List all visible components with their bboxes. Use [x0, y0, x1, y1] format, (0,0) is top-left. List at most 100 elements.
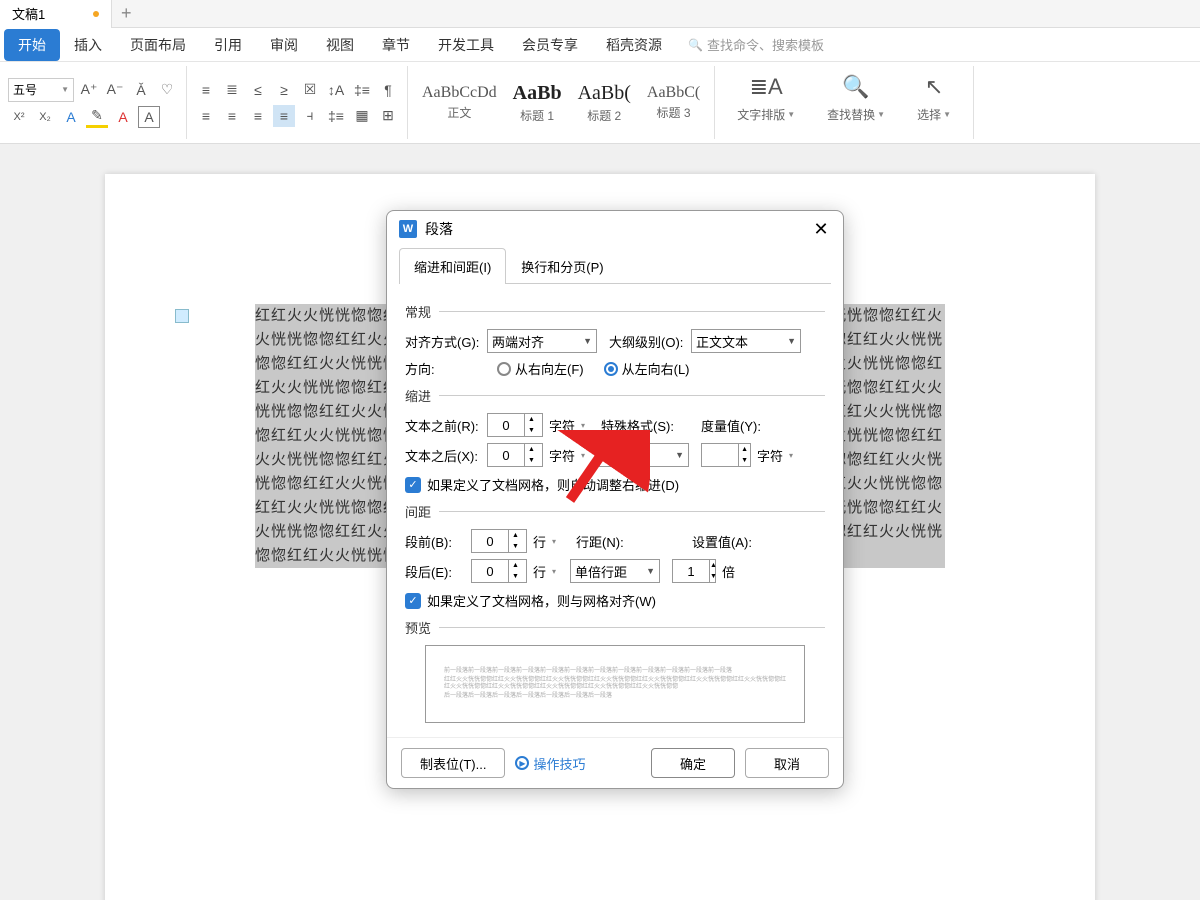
direction-rtl-radio[interactable]: 从右向左(F): [497, 359, 584, 378]
before-label: 段前(B):: [405, 532, 465, 551]
tab-line-page-breaks[interactable]: 换行和分页(P): [506, 248, 618, 284]
spin-down-icon[interactable]: ▼: [710, 571, 717, 582]
ok-button[interactable]: 确定: [651, 748, 735, 778]
spin-up-icon[interactable]: ▲: [525, 444, 538, 455]
superscript-icon[interactable]: X²: [8, 106, 30, 128]
text-direction-icon[interactable]: ↕A: [325, 79, 347, 101]
spin-up-icon[interactable]: ▲: [739, 444, 750, 455]
tips-link[interactable]: ▶ 操作技巧: [515, 754, 585, 773]
spin-up-icon[interactable]: ▲: [710, 560, 717, 571]
menu-references[interactable]: 引用: [200, 29, 256, 61]
align-right-icon[interactable]: ≡: [247, 105, 269, 127]
menu-resources[interactable]: 稻壳资源: [592, 29, 676, 61]
highlight-icon[interactable]: ✎: [86, 106, 108, 128]
play-icon: ▶: [515, 756, 529, 770]
grow-font-icon[interactable]: A⁺: [78, 79, 100, 101]
decrease-indent-icon[interactable]: ≤: [247, 79, 269, 101]
set-value-label: 设置值(A):: [692, 532, 768, 551]
change-case-icon[interactable]: Ǎ: [130, 79, 152, 101]
align-justify-icon[interactable]: ≡: [273, 105, 295, 127]
spin-down-icon[interactable]: ▼: [525, 425, 538, 436]
shrink-font-icon[interactable]: A⁻: [104, 79, 126, 101]
show-marks-icon[interactable]: ¶: [377, 79, 399, 101]
style-h3[interactable]: AaBbC( 标题 3: [641, 82, 706, 123]
dialog-title: 段落: [425, 219, 803, 239]
close-button[interactable]: ✕: [811, 219, 831, 239]
subscript-icon[interactable]: X₂: [34, 106, 56, 128]
spin-up-icon[interactable]: ▲: [509, 560, 522, 571]
distribute-icon[interactable]: ⫞: [299, 105, 321, 127]
font-color-icon[interactable]: A: [60, 106, 82, 128]
char-border-icon[interactable]: A: [138, 106, 160, 128]
after-input[interactable]: [472, 564, 508, 579]
cancel-button[interactable]: 取消: [745, 748, 829, 778]
text-before-input[interactable]: [488, 418, 524, 433]
document-tab[interactable]: 文稿1: [0, 0, 112, 28]
snap-to-grid-checkbox[interactable]: ✓ 如果定义了文档网格，则与网格对齐(W): [405, 591, 825, 610]
menu-devtools[interactable]: 开发工具: [424, 29, 508, 61]
style-body[interactable]: AaBbCcDd 正文: [416, 82, 503, 123]
spin-down-icon[interactable]: ▼: [509, 541, 522, 552]
set-value-spinner[interactable]: ▲▼: [672, 559, 716, 583]
menu-view[interactable]: 视图: [312, 29, 368, 61]
auto-adjust-indent-checkbox[interactable]: ✓ 如果定义了文档网格，则自动调整右缩进(D): [405, 475, 825, 494]
document-tab-name: 文稿1: [12, 4, 45, 23]
unsaved-dot-icon: [93, 11, 99, 17]
tabstops-button[interactable]: 制表位(T)...: [401, 748, 505, 778]
spin-down-icon[interactable]: ▼: [509, 571, 522, 582]
style-h1[interactable]: AaBb 标题 1: [507, 80, 568, 126]
new-tab-button[interactable]: +: [112, 0, 140, 28]
text-after-spinner[interactable]: ▲▼: [487, 443, 543, 467]
tab-indent-spacing[interactable]: 缩进和间距(I): [399, 248, 506, 284]
paragraph-dialog: W 段落 ✕ 缩进和间距(I) 换行和分页(P) 常规 对齐方式(G): 两端对…: [386, 210, 844, 789]
special-format-select[interactable]: (无)▼: [599, 443, 689, 467]
sort-icon[interactable]: ☒: [299, 79, 321, 101]
set-value-input[interactable]: [673, 564, 709, 579]
numbering-icon[interactable]: ≣: [221, 79, 243, 101]
style-h2[interactable]: AaBb( 标题 2: [572, 80, 637, 126]
alignment-select[interactable]: 两端对齐▼: [487, 329, 597, 353]
find-replace-button[interactable]: 🔍 查找替换▼: [813, 68, 899, 137]
section-indent: 缩进: [405, 386, 825, 405]
after-spinner[interactable]: ▲▼: [471, 559, 527, 583]
menu-start[interactable]: 开始: [4, 29, 60, 61]
spacing-icon[interactable]: ‡≡: [325, 105, 347, 127]
chevron-down-icon: ▼: [675, 450, 684, 460]
command-search[interactable]: 查找命令、搜索模板: [688, 35, 824, 54]
chevron-down-icon: ▼: [787, 336, 796, 346]
line-spacing-select[interactable]: 单倍行距▼: [570, 559, 660, 583]
menu-member[interactable]: 会员专享: [508, 29, 592, 61]
increase-indent-icon[interactable]: ≥: [273, 79, 295, 101]
preview-box: 前一段落前一段落前一段落前一段落前一段落前一段落前一段落前一段落前一段落前一段落…: [425, 645, 805, 723]
spin-down-icon[interactable]: ▼: [739, 455, 750, 466]
cursor-icon: ↖: [925, 74, 943, 100]
text-layout-button[interactable]: ≣A 文字排版▼: [723, 68, 809, 137]
menu-pagelayout[interactable]: 页面布局: [116, 29, 200, 61]
menu-insert[interactable]: 插入: [60, 29, 116, 61]
bullets-icon[interactable]: ≡: [195, 79, 217, 101]
font-size-select[interactable]: 五号▼: [8, 78, 74, 102]
spin-down-icon[interactable]: ▼: [525, 455, 538, 466]
metric-input[interactable]: [702, 448, 738, 463]
spin-up-icon[interactable]: ▲: [509, 530, 522, 541]
chevron-down-icon: ▼: [646, 566, 655, 576]
font-red-icon[interactable]: A: [112, 106, 134, 128]
before-spinner[interactable]: ▲▼: [471, 529, 527, 553]
metric-spinner[interactable]: ▲▼: [701, 443, 751, 467]
text-after-input[interactable]: [488, 448, 524, 463]
text-before-spinner[interactable]: ▲▼: [487, 413, 543, 437]
menu-review[interactable]: 审阅: [256, 29, 312, 61]
before-input[interactable]: [472, 534, 508, 549]
dialog-body: 常规 对齐方式(G): 两端对齐▼ 大纲级别(O): 正文文本▼ 方向: 从右向…: [387, 284, 843, 737]
spin-up-icon[interactable]: ▲: [525, 414, 538, 425]
shading-icon[interactable]: ▦: [351, 105, 373, 127]
align-left-icon[interactable]: ≡: [195, 105, 217, 127]
align-center-icon[interactable]: ≡: [221, 105, 243, 127]
direction-ltr-radio[interactable]: 从左向右(L): [604, 359, 690, 378]
menu-sections[interactable]: 章节: [368, 29, 424, 61]
line-spacing-icon[interactable]: ‡≡: [351, 79, 373, 101]
outline-select[interactable]: 正文文本▼: [691, 329, 801, 353]
select-button[interactable]: ↖ 选择▼: [903, 68, 965, 137]
borders-icon[interactable]: ⊞: [377, 105, 399, 127]
clear-format-icon[interactable]: ♡: [156, 79, 178, 101]
